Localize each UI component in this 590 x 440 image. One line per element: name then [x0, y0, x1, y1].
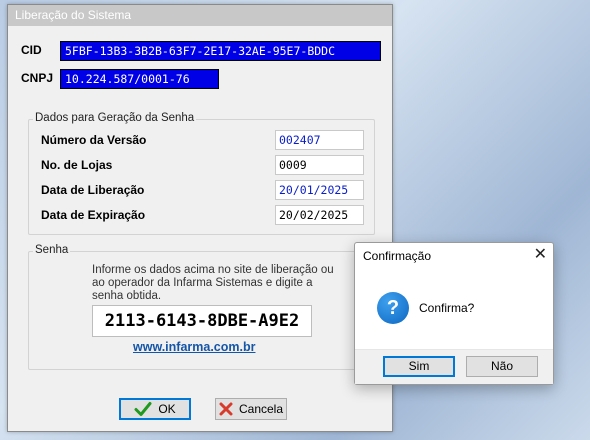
liberacao-label: Data de Liberação — [41, 183, 145, 197]
dialog-message: Confirma? — [419, 301, 475, 315]
lojas-field[interactable]: 0009 — [275, 155, 364, 175]
versao-field[interactable]: 002407 — [275, 130, 364, 150]
ok-button[interactable]: OK — [119, 398, 191, 420]
cancel-x-icon — [219, 402, 233, 416]
ok-label: OK — [158, 402, 176, 416]
versao-label: Número da Versão — [41, 133, 147, 147]
liberacao-field[interactable]: 20/01/2025 — [275, 180, 364, 200]
senha-legend: Senha — [33, 244, 71, 256]
password-field[interactable]: 2113-6143-8DBE-A9E2 — [92, 305, 312, 337]
no-button[interactable]: Não — [466, 356, 538, 377]
senha-info-line3: senha obtida. — [92, 290, 162, 302]
dialog-title: Confirmação — [363, 249, 432, 263]
dialog-footer: Sim Não — [355, 349, 553, 384]
expiracao-label: Data de Expiração — [41, 208, 146, 222]
liberacao-window: Liberação do Sistema CID 5FBF-13B3-3B2B-… — [7, 4, 393, 432]
cnpj-label: CNPJ — [21, 71, 54, 85]
infarma-link[interactable]: www.infarma.com.br — [133, 340, 255, 354]
senha-info-line2: ao operador da Infarma Sistemas e digite… — [92, 277, 313, 289]
close-icon[interactable]: ✕ — [534, 246, 547, 264]
cancel-button[interactable]: Cancela — [215, 398, 287, 420]
yes-button[interactable]: Sim — [383, 356, 455, 377]
lojas-label: No. de Lojas — [41, 158, 113, 172]
senha-info-line1: Informe os dados acima no site de libera… — [92, 264, 334, 276]
dados-legend: Dados para Geração da Senha — [33, 112, 197, 124]
question-icon: ? — [377, 292, 409, 324]
expiracao-field[interactable]: 20/02/2025 — [275, 205, 364, 225]
cid-label: CID — [21, 43, 42, 57]
cnpj-field[interactable]: 10.224.587/0001-76 — [60, 69, 219, 89]
check-icon — [134, 402, 152, 416]
cancel-label: Cancela — [238, 402, 284, 416]
cid-field[interactable]: 5FBF-13B3-3B2B-63F7-2E17-32AE-95E7-BDDC — [60, 41, 381, 61]
confirm-dialog: Confirmação ✕ ? Confirma? Sim Não — [354, 242, 554, 385]
window-title: Liberação do Sistema — [8, 5, 392, 26]
